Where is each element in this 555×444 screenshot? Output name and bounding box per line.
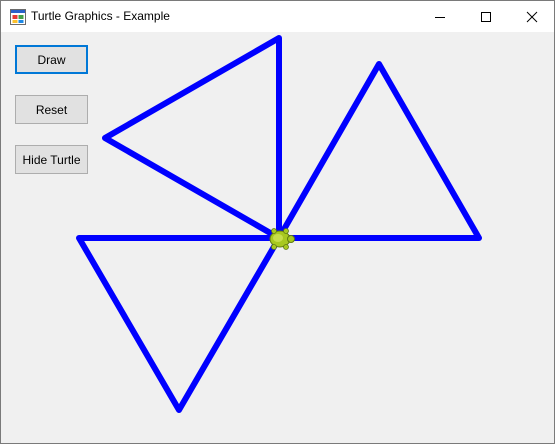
triangle-upper-left: [102, 35, 282, 241]
reset-button[interactable]: Reset: [15, 95, 88, 124]
triangle-lower-left: [76, 235, 282, 413]
turtle-icon: [269, 228, 295, 250]
main-window: Turtle Graphics - Example Draw Reset Hid…: [0, 0, 555, 444]
hide-turtle-button[interactable]: Hide Turtle: [15, 145, 88, 174]
draw-button[interactable]: Draw: [15, 45, 88, 74]
triangle-upper-right: [276, 61, 482, 241]
drawn-triangles: [76, 35, 482, 413]
